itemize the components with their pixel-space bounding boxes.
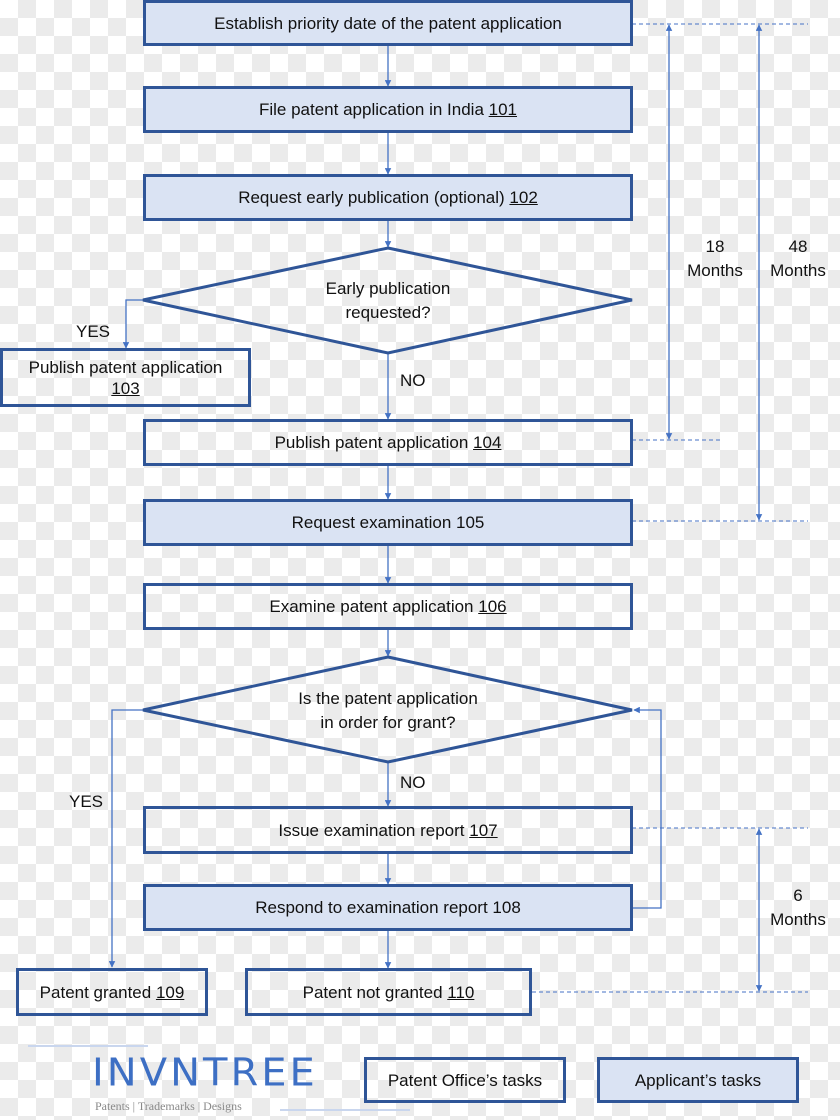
- step-label: Establish priority date of the patent ap…: [214, 13, 562, 33]
- step-108-respond-to-report: Respond to examination report 108: [143, 884, 633, 931]
- logo-decor-line: [280, 1109, 410, 1111]
- invntree-logo: INVNTREE Patents | Trademarks | Designs: [28, 1044, 410, 1114]
- step-label: Issue examination report: [278, 820, 470, 840]
- step-102-request-early-publication: Request early publication (optional) 102: [143, 174, 633, 221]
- step-ref: 101: [488, 100, 518, 119]
- logo-tagline: Patents | Trademarks | Designs: [95, 1099, 242, 1113]
- logo-wordmark: INVNTREE: [92, 1051, 318, 1095]
- step-ref: 102: [509, 188, 538, 207]
- decision-line-2: in order for grant?: [320, 713, 456, 732]
- legend-patent-office-tasks: Patent Office’s tasks: [364, 1057, 566, 1103]
- step-ref: 106: [478, 597, 507, 616]
- step-110-patent-not-granted: Patent not granted 110: [245, 968, 532, 1016]
- step-establish-priority-date: Establish priority date of the patent ap…: [143, 0, 633, 46]
- step-104-publish-application: Publish patent application 104: [143, 419, 633, 466]
- step-ref: 104: [473, 433, 502, 452]
- decision-order-for-grant-text: Is the patent application in order for g…: [238, 687, 538, 735]
- step-label: Examine patent application: [269, 597, 479, 616]
- decision-line-2: requested?: [345, 303, 431, 322]
- timeline-value: 6: [793, 886, 803, 905]
- step-ref: 107: [469, 820, 498, 840]
- step-label: Request early publication (optional): [238, 188, 510, 207]
- decision-early-publication-no-label: NO: [400, 371, 426, 390]
- decision-early-publication-yes-label: YES: [76, 322, 111, 341]
- step-109-patent-granted: Patent granted 109: [16, 968, 208, 1016]
- step-103-publish-application: Publish patent application 103: [0, 348, 251, 407]
- step-label: Patent granted: [39, 982, 156, 1002]
- step-label: Patent not granted: [302, 982, 448, 1002]
- step-ref: 109: [155, 982, 185, 1002]
- decision-order-for-grant-no-label: NO: [400, 773, 426, 792]
- step-105-request-examination: Request examination 105: [143, 499, 633, 546]
- step-label: Publish patent application: [274, 433, 474, 452]
- timeline-value: 48: [788, 237, 808, 256]
- step-101-file-application: File patent application in India 101: [143, 86, 633, 133]
- timeline-unit: Months: [687, 261, 743, 280]
- decision-order-for-grant-yes-label: YES: [69, 792, 104, 811]
- timeline-48-months-label: 48 Months: [763, 235, 833, 283]
- legend-applicant-tasks: Applicant’s tasks: [597, 1057, 799, 1103]
- step-label: Respond to examination report 108: [255, 898, 521, 917]
- step-ref: 110: [447, 982, 475, 1002]
- timeline-6-months-label: 6 Months: [763, 884, 833, 932]
- connector-d2-109: [108, 709, 143, 968]
- connector-d1-103: [122, 299, 143, 349]
- decision-early-publication-text: Early publication requested?: [238, 277, 538, 325]
- legend-label: Applicant’s tasks: [634, 1070, 762, 1090]
- timeline-value: 18: [705, 237, 725, 256]
- step-ref: 103: [111, 378, 140, 398]
- step-107-issue-examination-report: Issue examination report 107: [143, 806, 633, 854]
- timeline-unit: Months: [770, 261, 826, 280]
- timeline-18-months-label: 18 Months: [680, 235, 750, 283]
- step-label: Request examination 105: [291, 513, 485, 532]
- connector-108-d2-loop: [632, 706, 662, 909]
- decision-line-1: Is the patent application: [298, 689, 478, 708]
- flowchart-connectors: [108, 23, 808, 993]
- step-label: Publish patent application: [28, 357, 223, 377]
- timeline-unit: Months: [770, 910, 826, 929]
- logo-decor-line: [28, 1045, 148, 1047]
- legend-label: Patent Office’s tasks: [387, 1070, 543, 1090]
- step-label: File patent application in India: [258, 100, 489, 119]
- decision-line-1: Early publication: [325, 279, 451, 298]
- step-106-examine-application: Examine patent application 106: [143, 583, 633, 630]
